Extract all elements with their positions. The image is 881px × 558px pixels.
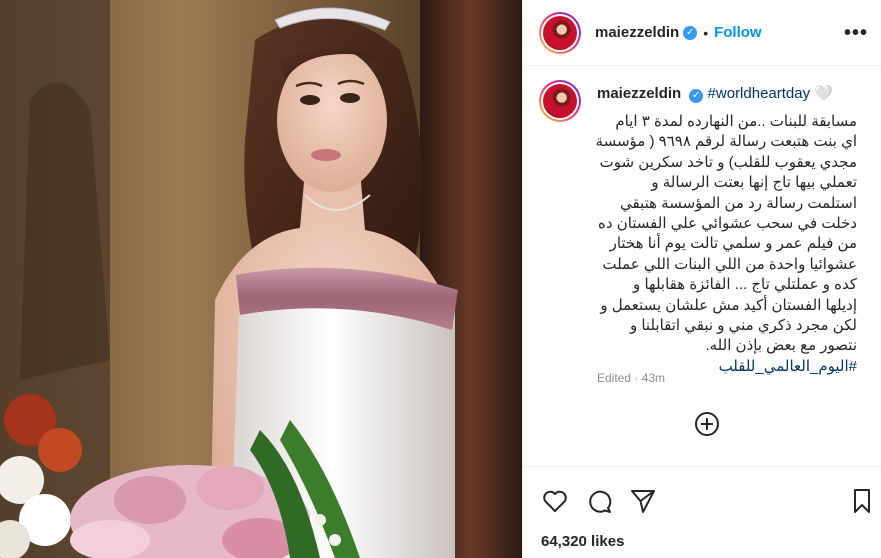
caption-line: استلمت رسالة رد من المؤسسة هتبقي [619, 194, 857, 212]
post-photo[interactable] [0, 0, 522, 558]
post-actions: 64,320 likes [523, 466, 881, 558]
comment-icon[interactable] [585, 487, 613, 515]
post-header: maiezzeldin ✓ • Follow ••• [523, 0, 881, 66]
caption-line: كده و عملتلي تاج ... الفائزة هقابلها و [633, 276, 857, 294]
caption-line: نتصور مع بعض بإذن الله. [705, 337, 857, 355]
edited-timestamp: Edited · 43m [597, 371, 666, 385]
caption-line: دخلت في سحب عشوائي علي الفستان ده [597, 215, 857, 233]
avatar-image [543, 15, 577, 50]
post-image [0, 0, 522, 558]
caption-top-line: maiezzeldin ✓ #worldheartday 🤍 [597, 84, 833, 103]
likes-count[interactable]: 64,320 likes [541, 533, 624, 550]
caption-line: عشوائيا واحدة من اللي البنات اللي عملت [602, 255, 857, 273]
caption-line: إديلها الفستان أكيد مش علشان يستعمل و [600, 296, 857, 314]
post-sidebar: maiezzeldin ✓ • Follow ••• maiezzeldin ✓… [522, 0, 881, 558]
author-username[interactable]: maiezzeldin [595, 24, 679, 41]
hashtag-worldheartday[interactable]: #worldheartday [708, 85, 811, 102]
verified-badge-icon: ✓ [689, 88, 704, 103]
caption-line: تعملي بيها تاج إنها بعتت الرسالة و [651, 174, 857, 192]
share-icon[interactable] [629, 487, 657, 515]
more-options-icon[interactable]: ••• [844, 22, 868, 45]
separator-dot: • [703, 24, 709, 41]
verified-badge-icon: ✓ [683, 25, 698, 40]
caption-line: مجدي يعقوب للقلب) و تاخد سكرين شوت [599, 153, 857, 171]
heart-icon[interactable] [541, 487, 569, 515]
caption-line: مسابقة للبنات ..من النهارده لمدة ٣ ايام [615, 113, 857, 130]
bookmark-icon[interactable] [848, 487, 876, 515]
add-comment-icon[interactable] [693, 410, 721, 438]
caption-text: مسابقة للبنات ..من النهارده لمدة ٣ ايام … [557, 112, 857, 377]
author-avatar[interactable] [539, 11, 581, 54]
caption-line: من فيلم عمر و سلمي تالت يوم أنا هختار [609, 235, 857, 253]
follow-button[interactable]: Follow [714, 24, 762, 41]
heart-emoji: 🤍 [814, 85, 833, 102]
caption-line: اي بنت هتبعت رسالة لرقم ٩٦٩٨ ( مؤسسة [595, 133, 857, 151]
caption-line: لكن مجرد ذكري مني و نبقي اتقابلنا و [629, 317, 857, 335]
caption-username[interactable]: maiezzeldin [597, 85, 681, 102]
